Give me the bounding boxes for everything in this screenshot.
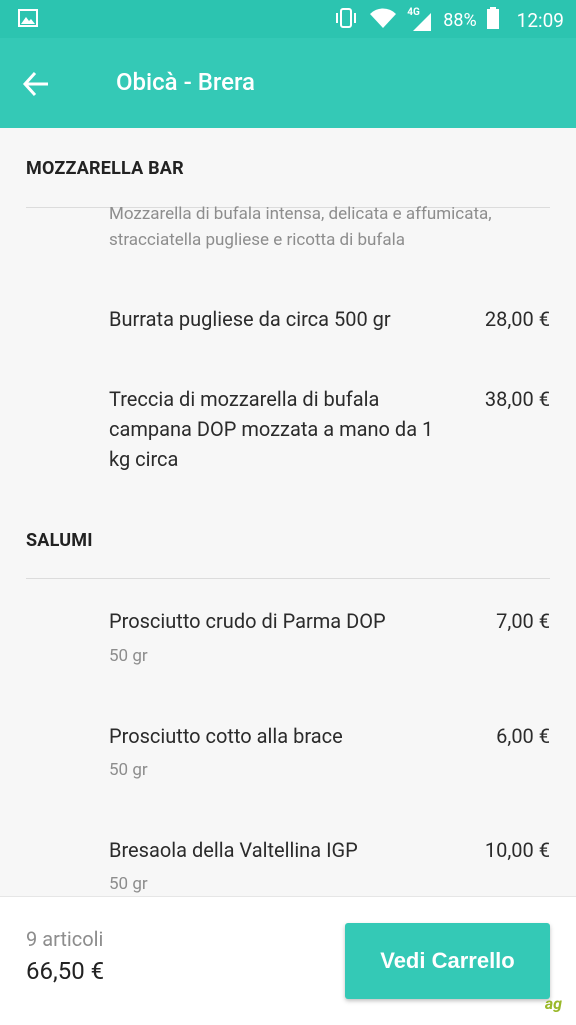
cart-summary-bar: 9 articoli 66,50 € Vedi Carrello ag [0,896,576,1025]
item-name: Prosciutto cotto alla brace [109,724,343,748]
view-cart-button[interactable]: Vedi Carrello [345,923,550,999]
app-toolbar: Obicà - Brera [0,38,576,128]
item-price: 28,00 € [484,307,550,331]
item-price: 10,00 € [484,838,550,862]
menu-item-prosciutto-crudo[interactable]: Prosciutto crudo di Parma DOP 7,00 € 50 … [0,598,576,688]
status-bar: 4G 88% 12:09 [0,0,576,38]
vibrate-icon [333,7,359,34]
item-price: 38,00 € [484,387,550,411]
item-quantity: 50 gr [109,760,148,780]
item-price: 6,00 € [496,724,550,748]
item-name: Burrata pugliese da circa 500 gr [109,307,391,331]
cart-total: 66,50 € [26,957,105,985]
item-price: 7,00 € [496,609,550,633]
watermark-logo: ag [544,994,562,1013]
menu-item-prosciutto-cotto[interactable]: Prosciutto cotto alla brace 6,00 € 50 gr [0,713,576,803]
back-button[interactable] [20,64,68,104]
battery-level: 88% [443,10,477,31]
arrow-left-icon [22,71,48,97]
item-name: Bresaola della Valtellina IGP [109,838,358,862]
menu-item-treccia[interactable]: Treccia di mozzarella di bufala campana … [0,378,576,488]
cart-item-count: 9 articoli [26,927,104,951]
divider [26,578,550,579]
wifi-icon [369,7,397,34]
item-quantity: 50 gr [109,874,148,894]
cellular-signal-icon: 4G [407,7,433,33]
item-quantity: 50 gr [109,646,148,666]
menu-item-bresaola[interactable]: Bresaola della Valtellina IGP 10,00 € 50… [0,828,576,896]
section-title-salumi: SALUMI [26,530,93,551]
clock: 12:09 [516,9,564,32]
image-notification-icon [18,9,38,31]
menu-list[interactable]: MOZZARELLA BAR Mozzarella di bufala inte… [0,128,576,896]
item-name: Treccia di mozzarella di bufala campana … [109,387,434,471]
page-title: Obicà - Brera [116,68,255,96]
item-name: Prosciutto crudo di Parma DOP [109,609,386,633]
menu-item-burrata[interactable]: Burrata pugliese da circa 500 gr 28,00 € [0,296,576,366]
section-description: Mozzarella di bufala intensa, delicata e… [109,204,492,250]
battery-icon [486,7,499,34]
section-title-mozzarella-bar: MOZZARELLA BAR [26,158,184,179]
